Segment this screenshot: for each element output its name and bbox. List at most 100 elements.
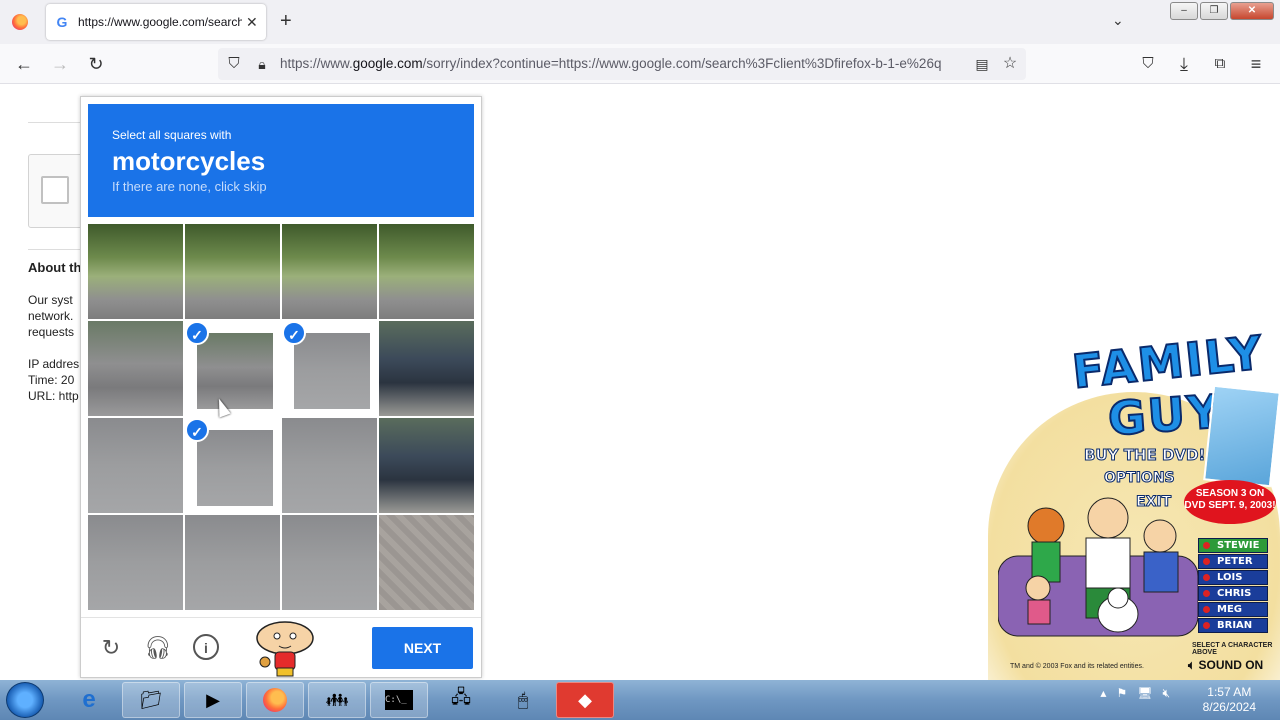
ad-characters-image <box>998 497 1198 637</box>
forward-arrow-icon[interactable]: → <box>50 54 70 74</box>
captcha-tile[interactable] <box>379 418 474 513</box>
browser-tab-strip: G https://www.google.com/search ✕ + ⌄ – … <box>0 0 1280 44</box>
list-tabs-chevron-icon[interactable]: ⌄ <box>1112 12 1124 29</box>
captcha-tile[interactable] <box>379 321 474 416</box>
captcha-tile-image <box>88 224 183 319</box>
restore-button[interactable]: ❐ <box>1200 2 1228 20</box>
ad-character-item[interactable]: PETER <box>1198 554 1268 569</box>
close-window-button[interactable]: ✕ <box>1230 2 1274 20</box>
window-controls: – ❐ ✕ <box>1170 2 1274 20</box>
file-explorer-icon[interactable]: 📁︎ <box>122 682 180 718</box>
reload-icon[interactable]: ↻ <box>97 634 125 662</box>
tracking-shield-icon[interactable]: ⛉ <box>224 54 244 74</box>
captcha-tile[interactable] <box>88 321 183 416</box>
google-favicon-icon: G <box>56 14 68 30</box>
windows-taskbar: e 📁︎ ▶ 👪︎ C:\_ 🖧︎ 🖱︎ ◆ ▴ ⚑ 🖥︎ 🔇︎ 1:57 AM… <box>0 680 1280 720</box>
captcha-tile[interactable] <box>379 515 474 610</box>
captcha-tile[interactable] <box>282 224 377 319</box>
ad-character-item[interactable]: STEWIE <box>1198 538 1268 553</box>
captcha-tile[interactable] <box>282 515 377 610</box>
captcha-tile-image <box>282 224 377 319</box>
divider <box>28 122 88 123</box>
dvd-cover-image <box>1203 384 1280 488</box>
captcha-tile-image <box>379 418 474 513</box>
back-arrow-icon[interactable]: ← <box>14 54 34 74</box>
time-line: Time: 20 <box>28 373 75 387</box>
downloads-icon[interactable]: ⤓ <box>1174 54 1194 74</box>
captcha-tile[interactable] <box>282 418 377 513</box>
start-button[interactable] <box>6 682 44 718</box>
ad-select-prompt: SELECT A CHARACTER ABOVE <box>1192 642 1273 656</box>
ip-address-line: IP addres <box>28 357 80 371</box>
network-tray-icon[interactable]: 🖥︎ <box>1137 686 1152 701</box>
mouse-app-icon[interactable]: 🖱︎ <box>494 682 552 718</box>
recaptcha-checkbox[interactable] <box>41 176 69 204</box>
paragraph-line: network. <box>28 309 74 323</box>
reload-page-icon[interactable]: ↻ <box>86 54 106 74</box>
minimize-button[interactable]: – <box>1170 2 1198 20</box>
extensions-icon[interactable]: ⧉ <box>1210 54 1230 74</box>
browser-tab-google[interactable]: G https://www.google.com/search ✕ <box>46 4 266 40</box>
tab-title: https://www.google.com/search <box>78 15 242 29</box>
captcha-tile[interactable] <box>88 224 183 319</box>
captcha-tile-image <box>88 515 183 610</box>
firefox-logo-icon[interactable] <box>12 14 28 30</box>
reader-view-icon[interactable]: ▤ <box>972 54 992 74</box>
captcha-tile-image <box>88 418 183 513</box>
captcha-instruction: Select all squares with <box>112 128 232 142</box>
captcha-target: motorcycles <box>112 146 266 176</box>
captcha-tile-image <box>282 515 377 610</box>
url-line: URL: http <box>28 389 79 403</box>
ad-copyright: TM and © 2003 Fox and its related entiti… <box>1010 663 1144 670</box>
ad-character-item[interactable]: LOIS <box>1198 570 1268 585</box>
internet-explorer-icon[interactable]: e <box>60 682 118 718</box>
firefox-taskbar-icon[interactable] <box>246 682 304 718</box>
bookmark-star-icon[interactable]: ☆ <box>1000 54 1020 74</box>
captcha-image-grid: ✓ ✓ ✓ <box>88 224 474 610</box>
clock-time: 1:57 AM <box>1207 685 1252 699</box>
captcha-tile-image <box>379 224 474 319</box>
selected-check-icon: ✓ <box>185 321 209 345</box>
media-player-icon[interactable]: ▶ <box>184 682 242 718</box>
family-guy-ad[interactable]: FAMILY GUY BUY THE DVD! OPTIONS EXIT SEA… <box>988 324 1280 680</box>
url-bar[interactable]: ⛉ 🔒︎ https://www.google.com/sorry/index?… <box>218 48 1026 80</box>
command-prompt-icon[interactable]: C:\_ <box>370 682 428 718</box>
pocket-icon[interactable]: ⛉ <box>1138 54 1158 74</box>
next-button[interactable]: NEXT <box>372 627 473 669</box>
captcha-tile[interactable] <box>185 224 280 319</box>
menu-hamburger-icon[interactable]: ≡ <box>1246 54 1266 74</box>
family-guy-app-icon[interactable]: 👪︎ <box>308 682 366 718</box>
ad-character-item[interactable]: CHRIS <box>1198 586 1268 601</box>
ad-sound-toggle[interactable]: 🔈︎ SOUND ON <box>1188 658 1263 673</box>
captcha-tile[interactable] <box>185 515 280 610</box>
captcha-tile-image <box>379 321 474 416</box>
ad-character-item[interactable]: MEG <box>1198 602 1268 617</box>
captcha-challenge-popup: Select all squares with motorcycles If t… <box>80 96 482 678</box>
taskbar-clock[interactable]: 1:57 AM 8/26/2024 <box>1203 685 1256 715</box>
anydesk-icon[interactable]: ◆ <box>556 682 614 718</box>
ad-character-menu: STEWIE PETER LOIS CHRIS MEG BRIAN <box>1198 538 1268 634</box>
captcha-hint: If there are none, click skip <box>112 179 267 194</box>
ad-buy-dvd-link[interactable]: BUY THE DVD! <box>1083 446 1205 465</box>
tray-expand-icon[interactable]: ▴ <box>1100 686 1106 701</box>
captcha-tile[interactable] <box>379 224 474 319</box>
captcha-tile-image <box>88 321 183 416</box>
stewie-character-image <box>256 621 314 677</box>
ad-character-item[interactable]: BRIAN <box>1198 618 1268 633</box>
captcha-tile[interactable] <box>88 515 183 610</box>
action-center-flag-icon[interactable]: ⚑ <box>1116 686 1127 701</box>
browser-navbar: ← → ↻ ⛉ 🔒︎ https://www.google.com/sorry/… <box>0 44 1280 84</box>
audio-headphones-icon[interactable]: 🎧︎ <box>144 634 172 662</box>
new-tab-button[interactable]: + <box>280 10 292 33</box>
captcha-tile-image <box>294 333 370 409</box>
captcha-tile-image <box>185 515 280 610</box>
url-text[interactable]: https://www.google.com/sorry/index?conti… <box>280 56 962 71</box>
lock-icon[interactable]: 🔒︎ <box>252 54 272 74</box>
network-app-icon[interactable]: 🖧︎ <box>432 682 490 718</box>
volume-muted-icon[interactable]: 🔇︎ <box>1162 686 1170 701</box>
info-icon[interactable]: i <box>193 634 219 660</box>
captcha-tile[interactable] <box>88 418 183 513</box>
tab-close-icon[interactable]: ✕ <box>246 14 258 31</box>
system-tray: ▴ ⚑ 🖥︎ 🔇︎ <box>1100 686 1170 701</box>
ad-options-link[interactable]: OPTIONS <box>1104 470 1176 487</box>
